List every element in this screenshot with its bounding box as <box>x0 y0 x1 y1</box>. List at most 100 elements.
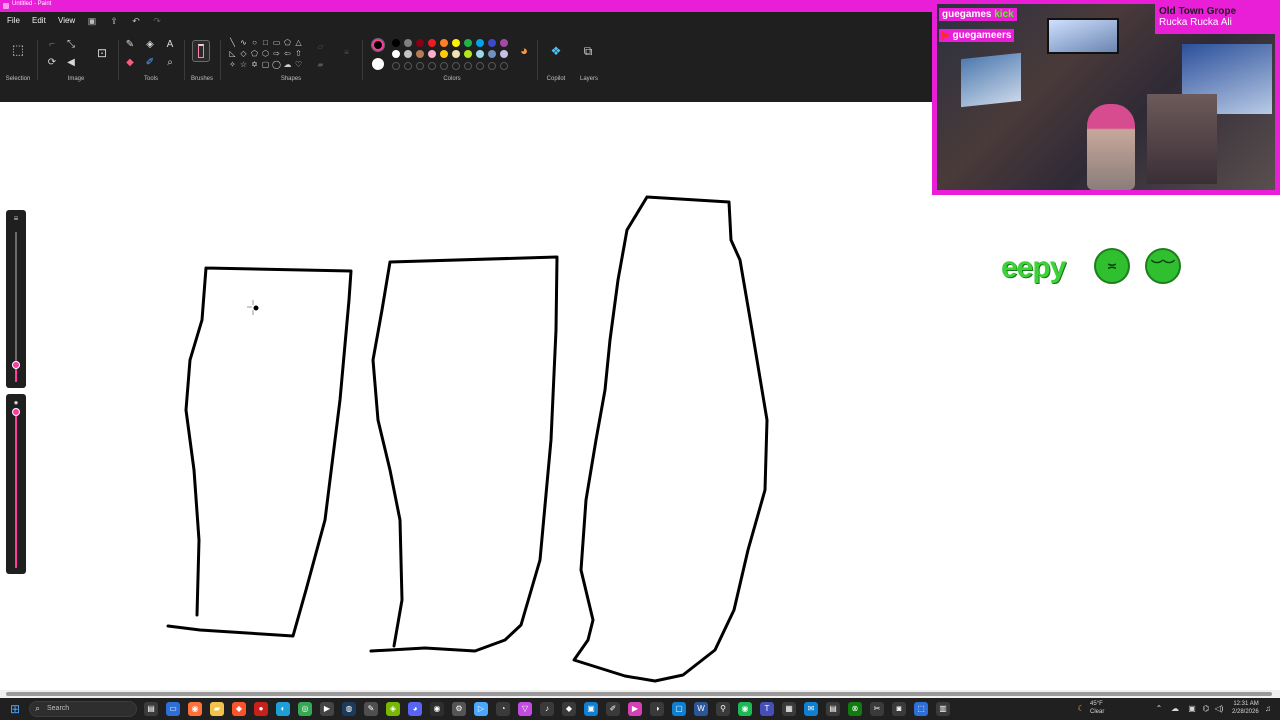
palette-swatch[interactable] <box>416 50 424 58</box>
shape-triangle-icon[interactable]: △ <box>294 38 303 47</box>
palette-swatch[interactable] <box>404 39 412 47</box>
shape-size-icon[interactable]: ≡ <box>342 48 351 57</box>
snip-icon[interactable]: ⬚ <box>914 702 928 716</box>
folder-icon[interactable]: ▰ <box>210 702 224 716</box>
app-icon[interactable]: ◔ <box>496 702 510 716</box>
palette-swatch[interactable] <box>500 39 508 47</box>
chrome-icon[interactable]: ◎ <box>298 702 312 716</box>
custom-color-slot[interactable] <box>476 62 484 70</box>
shape-pentagon-icon[interactable]: ⬠ <box>250 49 259 58</box>
onedrive-icon[interactable]: ☁ <box>1170 704 1180 714</box>
shape-arrow-left-icon[interactable]: ⇦ <box>283 49 292 58</box>
custom-color-slot[interactable] <box>428 62 436 70</box>
firefox-icon[interactable]: ◉ <box>188 702 202 716</box>
opacity-slider[interactable]: ● <box>6 394 26 574</box>
notes-icon[interactable]: ✎ <box>364 702 378 716</box>
palette-swatch[interactable] <box>452 50 460 58</box>
video-icon[interactable]: ▶ <box>628 702 642 716</box>
calc-icon[interactable]: ▦ <box>782 702 796 716</box>
slider-thumb[interactable] <box>12 361 20 369</box>
steam-icon[interactable]: ◍ <box>342 702 356 716</box>
brushes-button[interactable] <box>192 40 210 62</box>
palette-swatch[interactable] <box>392 39 400 47</box>
shape-oval-icon[interactable]: ○ <box>250 38 259 47</box>
menu-view[interactable]: View <box>58 16 75 25</box>
canvas-horizontal-scrollbar[interactable] <box>0 690 1280 698</box>
shape-arrow-right-icon[interactable]: ⇨ <box>272 49 281 58</box>
obs-icon[interactable]: ◉ <box>430 702 444 716</box>
custom-color-slot[interactable] <box>416 62 424 70</box>
slider-thumb[interactable] <box>12 408 20 416</box>
discord-icon[interactable]: ◕ <box>408 702 422 716</box>
primary-color[interactable] <box>371 38 385 52</box>
taskbar-search[interactable]: ⌕ Search <box>29 701 137 717</box>
color-picker-icon[interactable]: ✐ <box>143 56 157 70</box>
shape-fill-icon[interactable]: ▰ <box>316 60 325 69</box>
chat-icon[interactable]: ◑ <box>650 702 664 716</box>
vpn-icon[interactable]: ▽ <box>518 702 532 716</box>
shape-rounded-rect-icon[interactable]: ▭ <box>272 38 281 47</box>
fill-bucket-icon[interactable]: ◈ <box>143 38 157 52</box>
weather-icon[interactable]: ☾ <box>1076 704 1086 714</box>
shape-heart-icon[interactable]: ♡ <box>294 60 303 69</box>
brave-icon[interactable]: ◆ <box>232 702 246 716</box>
teams-icon[interactable]: T <box>760 702 774 716</box>
word-icon[interactable]: W <box>694 702 708 716</box>
shape-four-point-star-icon[interactable]: ✧ <box>228 60 237 69</box>
shape-five-point-star-icon[interactable]: ☆ <box>239 60 248 69</box>
xbox-icon[interactable]: ⊗ <box>848 702 862 716</box>
palette-swatch[interactable] <box>452 39 460 47</box>
clip-icon[interactable]: ✂ <box>870 702 884 716</box>
custom-color-slot[interactable] <box>500 62 508 70</box>
palette-swatch[interactable] <box>464 50 472 58</box>
spotify-icon[interactable]: ◉ <box>738 702 752 716</box>
shape-six-point-star-icon[interactable]: ✡ <box>250 60 259 69</box>
tray-chevron-icon[interactable]: ⌃ <box>1154 704 1164 714</box>
palette-swatch[interactable] <box>464 39 472 47</box>
eraser-icon[interactable]: ◆ <box>123 56 137 70</box>
menu-edit[interactable]: Edit <box>32 16 46 25</box>
photos-icon[interactable]: ▣ <box>584 702 598 716</box>
scrollbar-thumb[interactable] <box>6 692 1272 696</box>
resize-icon[interactable]: ⤡ <box>64 38 78 52</box>
store-icon[interactable]: ▤ <box>826 702 840 716</box>
volume-icon[interactable]: ◁) <box>1214 704 1224 714</box>
red-app-icon[interactable]: ● <box>254 702 268 716</box>
image-select-icon[interactable]: ⊡ <box>95 46 109 60</box>
text-tool-icon[interactable]: A <box>163 38 177 52</box>
custom-color-slot[interactable] <box>464 62 472 70</box>
palette-swatch[interactable] <box>476 50 484 58</box>
undo-icon[interactable]: ↶ <box>131 16 141 26</box>
shape-hexagon-icon[interactable]: ⬡ <box>261 49 270 58</box>
explorer-icon[interactable]: ▭ <box>166 702 180 716</box>
pencil-icon[interactable]: ✎ <box>123 38 137 52</box>
edit-colors-icon[interactable]: ◕ <box>517 44 531 58</box>
shape-cloud-icon[interactable]: ☁ <box>283 60 292 69</box>
shape-right-triangle-icon[interactable]: ◺ <box>228 49 237 58</box>
shape-curve-icon[interactable]: ∿ <box>239 38 248 47</box>
edge-icon[interactable]: ◐ <box>276 702 290 716</box>
save-icon[interactable]: ▣ <box>87 16 97 26</box>
rotate-icon[interactable]: ⟳ <box>45 56 59 70</box>
palette-swatch[interactable] <box>428 39 436 47</box>
magnifier-icon[interactable]: ⌕ <box>163 56 177 70</box>
terminal-icon[interactable]: ▶ <box>320 702 334 716</box>
settings-icon[interactable]: ⚙ <box>452 702 466 716</box>
zoom-icon[interactable]: ⚲ <box>716 702 730 716</box>
share-icon[interactable]: ⇪ <box>109 16 119 26</box>
palette-swatch[interactable] <box>440 39 448 47</box>
layers-icon[interactable]: ⧉ <box>581 44 595 58</box>
palette-swatch[interactable] <box>428 50 436 58</box>
notification-bell-icon[interactable]: ♫ <box>1263 704 1273 714</box>
copilot-icon[interactable]: ❖ <box>549 44 563 58</box>
custom-color-slot[interactable] <box>452 62 460 70</box>
palette-swatch[interactable] <box>476 39 484 47</box>
monitor-icon[interactable]: ▢ <box>672 702 686 716</box>
selection-tool-icon[interactable]: ⬚ <box>11 43 25 57</box>
weather-widget[interactable]: 45°F Clear <box>1090 700 1104 716</box>
palette-swatch[interactable] <box>440 50 448 58</box>
palette-swatch[interactable] <box>416 39 424 47</box>
brush-size-slider[interactable]: ≡ <box>6 210 26 388</box>
redo-icon[interactable]: ↷ <box>152 16 162 26</box>
crop-icon[interactable]: ⌐ <box>45 38 59 52</box>
